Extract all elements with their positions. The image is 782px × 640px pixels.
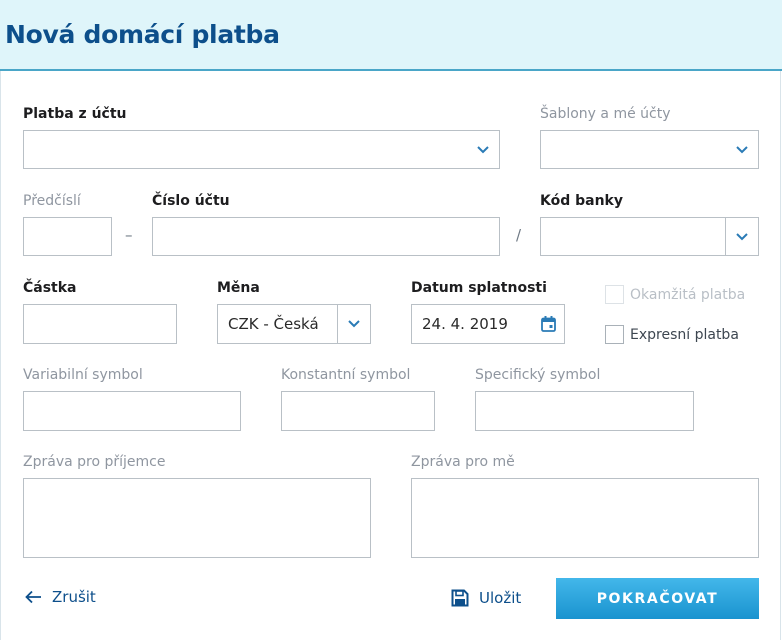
specific-symbol-input[interactable] bbox=[475, 391, 694, 431]
instant-payment-label: Okamžitá platba bbox=[630, 286, 746, 303]
cancel-label: Zrušit bbox=[52, 588, 96, 606]
message-recipient-textarea[interactable] bbox=[23, 478, 371, 558]
instant-payment-box bbox=[605, 285, 624, 304]
express-payment-box[interactable] bbox=[605, 325, 624, 344]
prefix-input[interactable] bbox=[23, 217, 112, 256]
arrow-left-icon bbox=[25, 590, 41, 604]
account-number-label: Číslo účtu bbox=[152, 193, 230, 209]
prefix-separator: – bbox=[125, 226, 133, 244]
due-date-input[interactable]: 24. 4. 2019 bbox=[411, 304, 565, 344]
due-date-value: 24. 4. 2019 bbox=[422, 315, 508, 333]
express-payment-label: Expresní platba bbox=[630, 326, 739, 343]
chevron-down-icon bbox=[726, 131, 758, 168]
instant-payment-checkbox: Okamžitá platba bbox=[605, 285, 745, 304]
express-payment-checkbox[interactable]: Expresní platba bbox=[605, 325, 739, 344]
constant-symbol-input[interactable] bbox=[281, 391, 435, 431]
prefix-label: Předčíslí bbox=[23, 193, 81, 209]
variable-symbol-input[interactable] bbox=[23, 391, 241, 431]
bank-code-label: Kód banky bbox=[540, 193, 623, 209]
currency-select[interactable]: CZK - Česká bbox=[217, 304, 371, 344]
continue-button[interactable]: POKRAČOVAT bbox=[556, 578, 759, 619]
chevron-down-icon bbox=[337, 305, 370, 343]
account-from-select[interactable] bbox=[23, 130, 500, 169]
floppy-disk-icon bbox=[451, 589, 469, 607]
save-link[interactable]: Uložit bbox=[451, 589, 521, 607]
account-number-input[interactable] bbox=[152, 217, 500, 256]
page-title: Nová domácí platba bbox=[5, 20, 280, 49]
chevron-down-icon bbox=[725, 218, 758, 255]
account-from-label: Platba z účtu bbox=[23, 106, 127, 122]
message-me-label: Zpráva pro mě bbox=[411, 454, 515, 470]
page-header: Nová domácí platba bbox=[0, 0, 782, 71]
constant-symbol-label: Konstantní symbol bbox=[281, 367, 411, 383]
amount-input[interactable] bbox=[23, 304, 177, 344]
cancel-link[interactable]: Zrušit bbox=[25, 588, 96, 606]
due-date-label: Datum splatnosti bbox=[411, 280, 547, 296]
specific-symbol-label: Specifický symbol bbox=[475, 367, 601, 383]
variable-symbol-label: Variabilní symbol bbox=[23, 367, 143, 383]
calendar-icon[interactable] bbox=[532, 305, 564, 343]
message-me-textarea[interactable] bbox=[411, 478, 759, 558]
currency-label: Měna bbox=[217, 280, 260, 296]
chevron-down-icon bbox=[467, 131, 499, 168]
bank-separator: / bbox=[516, 226, 522, 244]
save-label: Uložit bbox=[479, 589, 522, 607]
currency-value: CZK - Česká bbox=[228, 315, 319, 333]
templates-label: Šablony a mé účty bbox=[540, 106, 671, 122]
bank-code-select[interactable] bbox=[540, 217, 759, 256]
templates-select[interactable] bbox=[540, 130, 759, 169]
message-recipient-label: Zpráva pro příjemce bbox=[23, 454, 166, 470]
amount-label: Částka bbox=[23, 280, 77, 296]
